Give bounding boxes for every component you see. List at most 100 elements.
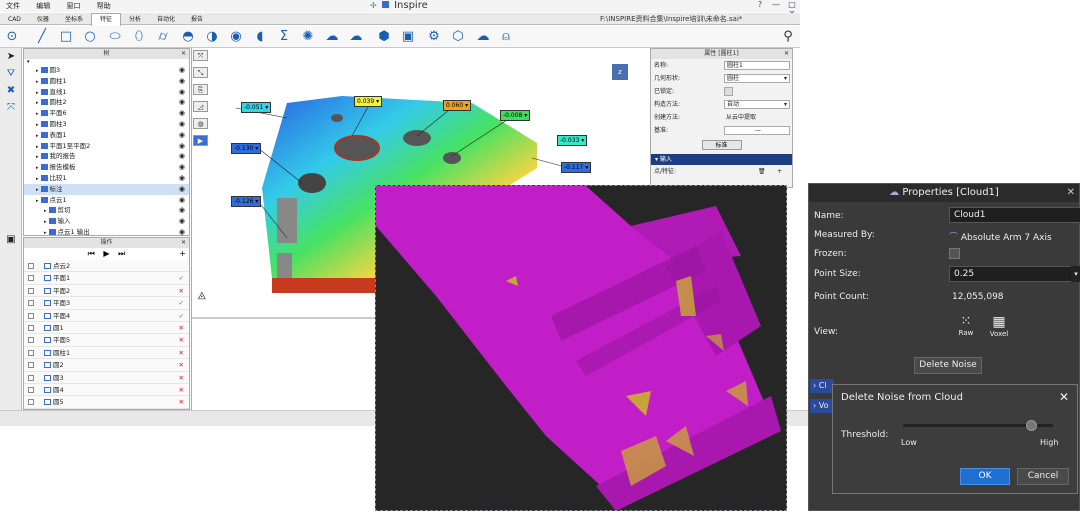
eye-icon[interactable]: ◉ (179, 184, 185, 195)
expand-arrow-icon[interactable]: ▸ (44, 208, 47, 214)
tree-item[interactable]: ▸ 输入 ◉ (24, 216, 189, 227)
expand-arrow-icon[interactable]: ▸ (36, 176, 39, 182)
expand-arrow-icon[interactable]: ▸ (36, 165, 39, 171)
locked-checkbox[interactable] (724, 87, 733, 96)
cube-icon[interactable]: ⬢ (376, 29, 392, 45)
gear-icon[interactable]: ⚙ (426, 29, 442, 45)
line-icon[interactable]: ╱ (34, 29, 50, 45)
row-checkbox[interactable] (28, 287, 34, 294)
add-icon[interactable]: + (777, 165, 782, 178)
operation-row[interactable]: 圆4 ✕ (24, 383, 189, 397)
tree-item[interactable]: ▸ 圆3 ◉ (24, 65, 189, 76)
datum-input[interactable]: — (724, 126, 790, 135)
deviation-label[interactable]: -0.008 ▾ (500, 110, 531, 121)
menu-help[interactable]: 帮助 (97, 2, 111, 10)
tree-item[interactable]: ▸ 标注 ◉ (24, 183, 189, 195)
close-icon[interactable]: ✕ (181, 238, 186, 248)
render-mode-icon[interactable]: ◍ (193, 118, 208, 129)
operation-row[interactable]: 圆5 ✕ (24, 396, 189, 409)
eye-icon[interactable]: ◉ (179, 141, 185, 152)
box-icon[interactable]: ⬡ (450, 29, 466, 45)
cloud-icon[interactable]: ☁ (324, 29, 340, 45)
tree-item[interactable]: ▸ 报告模板 ◉ (24, 162, 189, 173)
tab-0[interactable]: CAD (0, 14, 29, 26)
row-checkbox[interactable] (28, 386, 34, 393)
tree-item[interactable]: ▸ 直线1 ◉ (24, 87, 189, 98)
operation-row[interactable]: 平面2 ✕ (24, 284, 189, 298)
expand-arrow-icon[interactable]: ▸ (36, 187, 39, 193)
operation-row[interactable]: 圆2 ✕ (24, 359, 189, 372)
eye-icon[interactable]: ◉ (179, 173, 185, 184)
row-checkbox[interactable] (28, 312, 34, 319)
section-vo[interactable]: › Vo (810, 399, 834, 413)
row-checkbox[interactable] (28, 399, 34, 406)
camera-icon[interactable]: ▶ (193, 135, 208, 146)
geometry-select[interactable]: 圆柱 ▾ (724, 74, 790, 83)
expand-arrow-icon[interactable]: ▸ (36, 133, 39, 139)
expand-arrow-icon[interactable]: ▸ (44, 230, 47, 236)
maximize-button[interactable]: □ (784, 0, 800, 9)
row-checkbox[interactable] (28, 362, 34, 369)
copy-view-icon[interactable]: ⎘ (193, 84, 208, 95)
tab-1[interactable]: 仪器 (29, 14, 57, 26)
section-cl[interactable]: › Cl (810, 379, 834, 393)
delete-noise-button[interactable]: Delete Noise (914, 357, 982, 374)
view-angle-icon[interactable]: ◿ (193, 101, 208, 112)
construction-select[interactable]: 自动 ▾ (724, 100, 790, 109)
close-icon[interactable]: ✕ (1067, 184, 1075, 202)
tree-item[interactable]: ▸ 圆柱3 ◉ (24, 119, 189, 130)
tree-item[interactable]: ▸ 圆柱1 ◉ (24, 76, 189, 87)
tab-5[interactable]: 自动化 (149, 14, 183, 26)
slot-icon[interactable]: ⬭ (107, 29, 123, 45)
row-checkbox[interactable] (28, 275, 34, 282)
fit-icon[interactable]: ⤧ (3, 102, 19, 116)
tree-item[interactable]: ▸ 平面1至平面2 ◉ (24, 141, 189, 152)
tab-6[interactable]: 报告 (183, 14, 211, 26)
eye-icon[interactable]: ◉ (179, 195, 185, 206)
deviation-label[interactable]: -0.130 ▾ (231, 143, 262, 154)
torus-icon[interactable]: ◉ (228, 29, 244, 45)
eye-icon[interactable]: ◉ (179, 151, 185, 162)
eye-icon[interactable]: ◉ (179, 130, 185, 141)
tree-item[interactable]: ▸ 平面6 ◉ (24, 108, 189, 119)
eye-icon[interactable]: ◉ (179, 76, 185, 87)
row-checkbox[interactable] (28, 300, 34, 307)
expand-arrow-icon[interactable]: ▸ (36, 90, 39, 96)
eye-icon[interactable]: ◉ (179, 119, 185, 130)
shrink-view-icon[interactable]: ⤡ (193, 67, 208, 78)
select-arrow-icon[interactable]: ➤ (3, 51, 19, 65)
menu-window[interactable]: 窗口 (66, 2, 80, 10)
cylinder-icon[interactable]: ⌭ (155, 29, 171, 45)
row-checkbox[interactable] (28, 374, 34, 381)
cone-icon[interactable]: ◓ (180, 29, 196, 45)
close-icon[interactable]: ✕ (784, 49, 789, 59)
deviation-label[interactable]: -0.126 ▾ (231, 196, 262, 207)
tree-item[interactable]: ▸ 表面1 ◉ (24, 130, 189, 141)
expand-arrow-icon[interactable]: ▸ (36, 198, 39, 204)
operation-row[interactable]: 平面5 ✕ (24, 334, 189, 347)
deviation-label[interactable]: 0.060 ▾ (443, 100, 472, 111)
row-checkbox[interactable] (28, 337, 34, 344)
operation-row[interactable]: 圆3 ✕ (24, 371, 189, 384)
tree-item[interactable]: ▸ 我的报告 ◉ (24, 151, 189, 162)
sphere-icon[interactable]: ◑ (204, 29, 220, 45)
deviation-label[interactable]: -0.051 ▾ (241, 102, 272, 113)
help-button[interactable]: ? (752, 0, 768, 9)
square-icon[interactable]: □ (58, 29, 74, 45)
deselect-icon[interactable]: ✖ (3, 85, 19, 99)
view-raw-option[interactable]: ⁙ Raw (955, 314, 977, 337)
expand-arrow-icon[interactable]: ▸ (36, 100, 39, 106)
operation-row[interactable]: 平面4 ✓ (24, 309, 189, 322)
surface-icon[interactable]: ◖ (252, 29, 268, 45)
cloud-shape-icon[interactable]: ☁ (475, 29, 491, 45)
expand-arrow-icon[interactable]: ▸ (36, 111, 39, 117)
chevron-down-icon[interactable]: ▾ (1071, 266, 1080, 282)
close-icon[interactable]: ✕ (181, 49, 186, 59)
point-icon[interactable]: ⊙ (4, 29, 20, 45)
deviation-label[interactable]: -0.033 ▾ (557, 135, 588, 146)
delete-icon[interactable]: 🗑 (758, 165, 766, 178)
row-checkbox[interactable] (28, 263, 34, 269)
close-icon[interactable]: ✕ (1059, 390, 1069, 404)
row-checkbox[interactable] (28, 324, 34, 331)
eye-icon[interactable]: ◉ (179, 205, 185, 216)
